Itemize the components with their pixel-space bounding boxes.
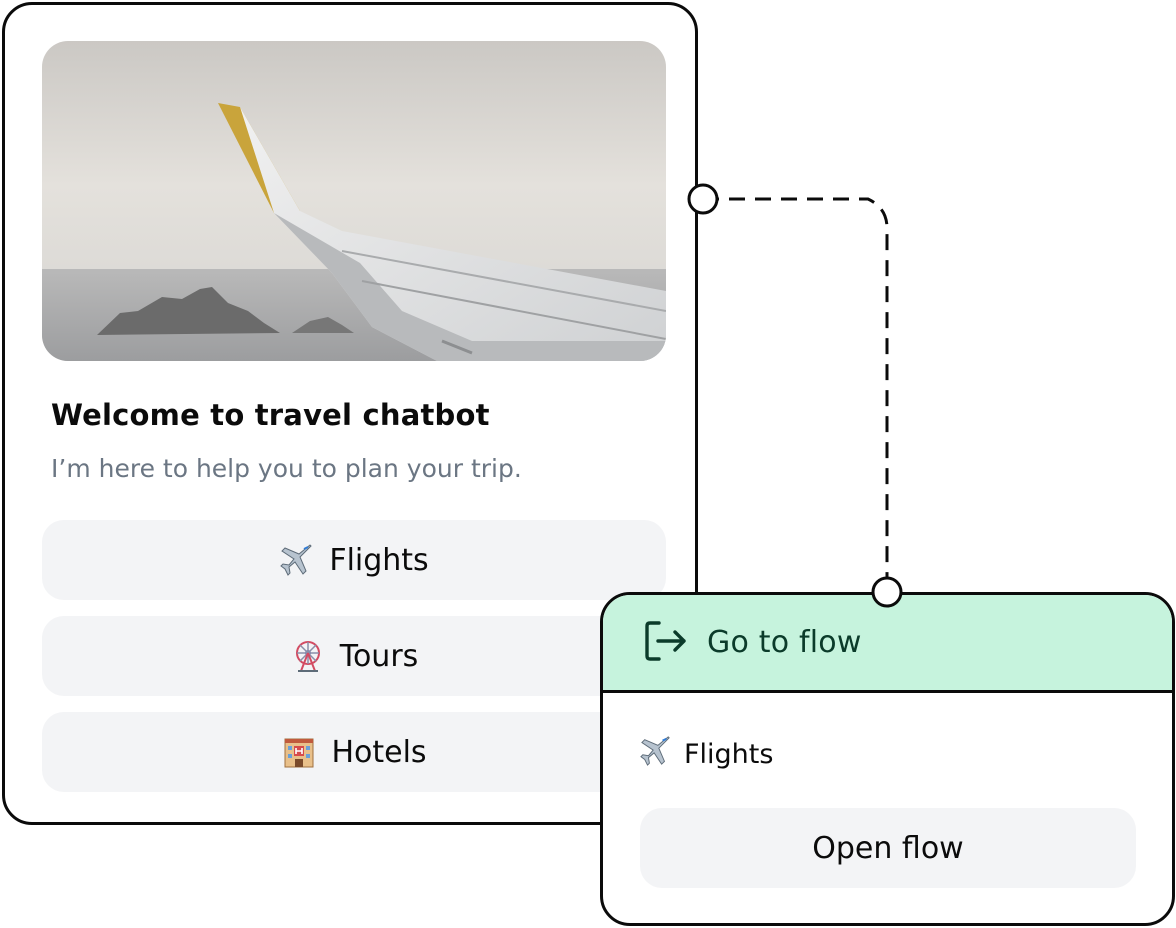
flights-option-button[interactable]: Flights — [42, 520, 666, 600]
airplane-icon — [640, 735, 672, 774]
airplane-icon — [279, 542, 315, 578]
exit-arrow-icon — [643, 618, 689, 668]
chatbot-card: Welcome to travel chatbot I’m here to he… — [2, 2, 698, 825]
ferris-wheel-icon — [290, 638, 326, 674]
selected-flow-label: Flights — [684, 739, 774, 770]
open-flow-button[interactable]: Open flow — [640, 808, 1136, 888]
hotels-option-label: Hotels — [331, 734, 427, 770]
tours-option-label: Tours — [339, 638, 419, 674]
flights-option-label: Flights — [329, 542, 429, 578]
tours-option-button[interactable]: Tours — [42, 616, 666, 696]
welcome-title: Welcome to travel chatbot — [51, 398, 490, 432]
node-title: Go to flow — [707, 625, 862, 660]
go-to-flow-node[interactable]: Go to flow Flights Open flow — [600, 592, 1175, 926]
hotel-icon — [281, 734, 317, 770]
welcome-subtitle: I’m here to help you to plan your trip. — [51, 454, 522, 483]
node-header: Go to flow — [603, 595, 1172, 693]
selected-flow: Flights — [640, 735, 773, 774]
hotels-option-button[interactable]: Hotels — [42, 712, 666, 792]
hero-image — [42, 41, 666, 361]
